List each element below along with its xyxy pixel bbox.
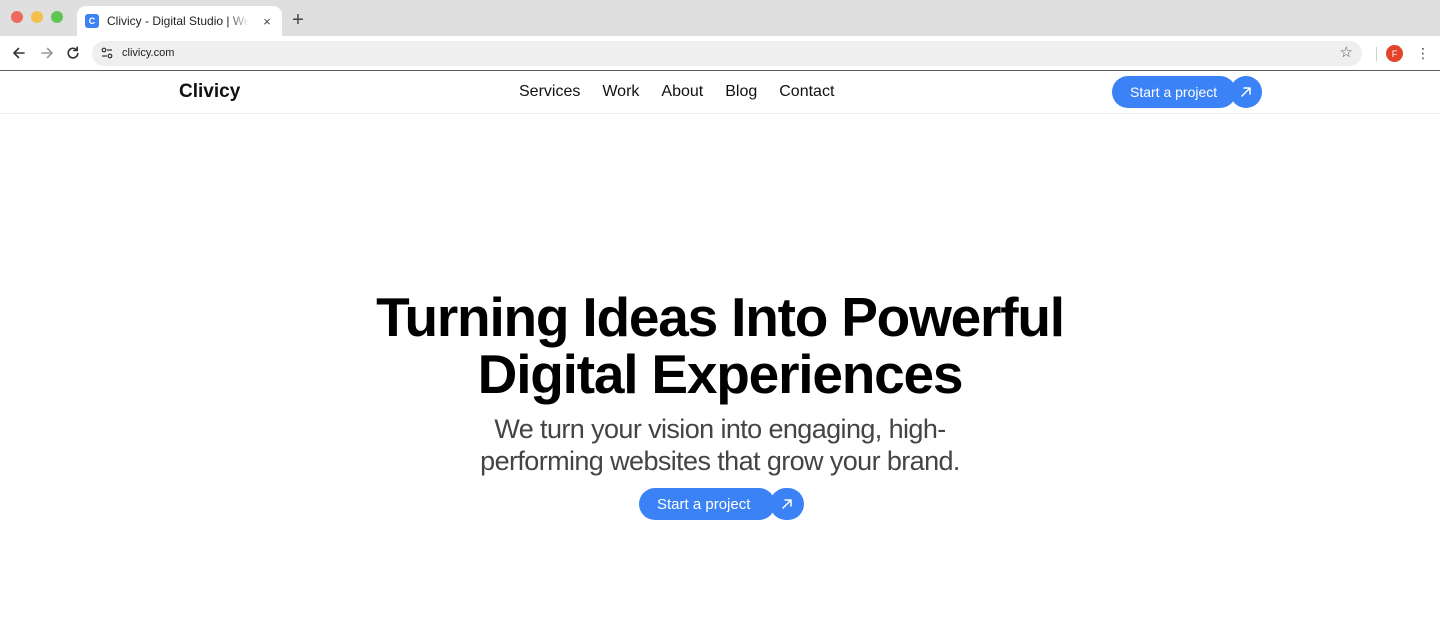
toolbar-divider	[1376, 47, 1377, 61]
minimize-window-button[interactable]	[31, 11, 43, 23]
close-tab-icon[interactable]: ×	[260, 14, 274, 29]
address-bar[interactable]: clivicy.com ☆	[92, 41, 1362, 66]
nav-link-contact[interactable]: Contact	[779, 83, 834, 101]
maximize-window-button[interactable]	[51, 11, 63, 23]
site-logo[interactable]: Clivicy	[179, 81, 240, 103]
header-cta-label: Start a project	[1112, 76, 1236, 108]
header-start-project-button[interactable]: Start a project	[1112, 76, 1262, 108]
forward-icon[interactable]	[38, 44, 56, 62]
star-icon[interactable]: ☆	[1340, 45, 1353, 61]
url-text: clivicy.com	[122, 47, 175, 59]
profile-avatar[interactable]: F	[1386, 45, 1403, 62]
window-controls	[11, 11, 63, 23]
arrow-up-right-icon	[1230, 76, 1262, 108]
browser-toolbar: clivicy.com ☆ F ⋮	[0, 36, 1440, 70]
arrow-up-right-icon	[770, 488, 804, 520]
site-header: Clivicy Services Work About Blog Contact…	[0, 71, 1440, 114]
hero-start-project-button[interactable]: Start a project	[639, 488, 804, 520]
kebab-menu-icon[interactable]: ⋮	[1416, 45, 1430, 62]
favicon-icon: C	[85, 14, 99, 28]
new-tab-button[interactable]: +	[289, 9, 307, 31]
browser-chrome: C Clivicy - Digital Studio | Web Design …	[0, 0, 1440, 71]
reload-icon[interactable]	[64, 44, 82, 62]
tune-icon[interactable]	[100, 46, 114, 60]
back-icon[interactable]	[10, 44, 28, 62]
hero-title-line-1: Turning Ideas Into Powerful	[376, 286, 1065, 348]
nav-link-work[interactable]: Work	[602, 83, 639, 101]
main-nav: Services Work About Blog Contact	[519, 83, 834, 101]
tab-title: Clivicy - Digital Studio | Web Design	[107, 14, 249, 28]
close-window-button[interactable]	[11, 11, 23, 23]
nav-link-about[interactable]: About	[661, 83, 703, 101]
browser-tab-active[interactable]: C Clivicy - Digital Studio | Web Design …	[77, 6, 282, 36]
hero-title-line-2: Digital Experiences	[477, 343, 964, 405]
nav-link-blog[interactable]: Blog	[725, 83, 757, 101]
hero-subtitle: We turn your vision into engaging, high-…	[480, 414, 960, 476]
hero-title: Turning Ideas Into Powerful Digital Expe…	[0, 289, 1440, 403]
hero-cta-label: Start a project	[639, 488, 775, 520]
nav-link-services[interactable]: Services	[519, 83, 580, 101]
